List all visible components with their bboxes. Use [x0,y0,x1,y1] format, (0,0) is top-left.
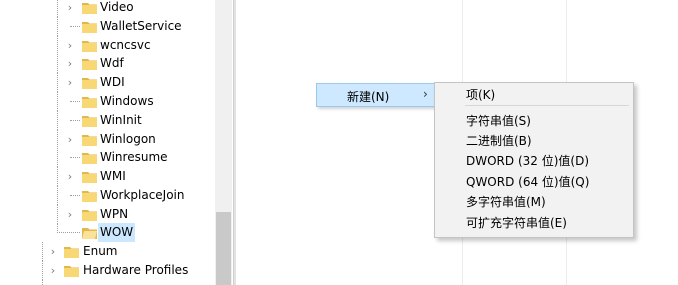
menu-separator [465,105,629,106]
new-item-label: 新建(N) [347,90,390,104]
submenu-item-qword-value[interactable]: QWORD (64 位)值(Q) [435,172,633,192]
submenu-item-expandable-string-value[interactable]: 可扩充字符串值(E) [435,213,633,233]
tree-line [57,92,59,111]
tree-line [57,186,59,205]
tree-row-workplacejoin[interactable]: WorkplaceJoin [0,186,214,205]
folder-icon [82,189,97,202]
tree-row-wpn[interactable]: › WPN [0,205,214,224]
folder-icon [82,39,97,52]
submenu-item-dword-value[interactable]: DWORD (32 位)值(D) [435,151,633,171]
chevron-right-icon[interactable]: › [65,73,75,92]
folder-icon [82,133,97,146]
tree-line [57,130,59,149]
submenu-item-label: 多字符串值(M) [466,195,546,209]
folder-icon [82,208,97,221]
tree-row-partial[interactable] [0,280,214,285]
tree-row-wdi[interactable]: › WDI [0,73,214,92]
tree-item-label: Video [100,0,134,14]
folder-icon [82,1,97,14]
folder-icon [64,264,79,277]
folder-icon [82,20,97,33]
tree-row-wininit[interactable]: WinInit [0,111,214,130]
chevron-right-icon[interactable]: › [65,36,75,55]
tree-line [70,157,80,158]
context-menu-new-item[interactable]: 新建(N) › [316,83,436,107]
tree-line [57,36,59,55]
tree-row-wow[interactable]: WOW [0,223,214,242]
folder-icon [64,245,79,258]
tree-line [57,205,59,224]
tree-line [57,73,59,92]
tree-item-label: WPN [100,207,129,221]
tree-row-wcncsvc[interactable]: › wcncsvc [0,36,214,55]
tree-row-video[interactable]: › Video [0,0,214,17]
tree-line [57,232,80,233]
registry-tree-pane[interactable]: › Video WalletService › wcncsvc › Wdf › … [0,0,234,285]
folder-open-icon [82,226,97,239]
submenu-item-label: 字符串值(S) [466,114,531,128]
submenu-item-label: 二进制值(B) [466,134,532,148]
chevron-right-icon[interactable]: › [65,130,75,149]
tree-item-label: WinInit [100,113,142,127]
tree-item-label: WorkplaceJoin [100,188,185,202]
tree-item-label: Winresume [100,150,168,164]
tree-line [70,120,80,121]
tree-line [57,54,59,73]
tree-row-walletservice[interactable]: WalletService [0,17,214,36]
chevron-right-icon[interactable]: › [48,242,58,261]
tree-line [57,148,59,167]
tree-item-label: WalletService [100,19,182,33]
tree-scrollbar-thumb[interactable] [216,212,231,285]
tree-item-label: WMI [100,169,126,183]
folder-icon [82,57,97,70]
tree-line [57,111,59,130]
submenu-item-label: QWORD (64 位)值(Q) [466,175,590,189]
tree-row-winlogon[interactable]: › Winlogon [0,130,214,149]
tree-item-label: Hardware Profiles [83,263,189,277]
folder-icon [82,76,97,89]
tree-item-label: Wdf [100,56,124,70]
tree-line [42,280,44,285]
submenu-item-label: DWORD (32 位)值(D) [466,154,589,168]
tree-row-winresume[interactable]: Winresume [0,148,214,167]
tree-item-label: WOW [98,223,136,242]
submenu-item-binary-value[interactable]: 二进制值(B) [435,131,633,151]
tree-row-wmi[interactable]: › WMI [0,167,214,186]
tree-item-label: Enum [83,244,118,258]
new-submenu: 项(K) 字符串值(S) 二进制值(B) DWORD (32 位)值(D) QW… [434,82,634,238]
tree-line [57,167,59,186]
folder-icon [82,114,97,127]
folder-icon [82,151,97,164]
chevron-right-icon[interactable]: › [65,54,75,73]
tree-line [57,17,59,36]
tree-row-enum[interactable]: › Enum [0,242,214,261]
tree-item-label: Winlogon [100,132,156,146]
chevron-right-icon[interactable]: › [65,205,75,224]
tree-item-label: Windows [100,94,154,108]
tree-row-windows[interactable]: Windows [0,92,214,111]
tree-line [57,0,59,17]
tree-line [70,195,80,196]
tree-line [42,261,44,280]
tree-row-wdf[interactable]: › Wdf [0,54,214,73]
chevron-right-icon[interactable]: › [48,261,58,280]
chevron-right-icon[interactable]: › [65,0,75,17]
tree-item-label: wcncsvc [100,38,151,52]
tree-row-hardware-profiles[interactable]: › Hardware Profiles [0,261,214,280]
submenu-item-label: 项(K) [466,88,496,102]
tree-item-label: WDI [100,75,125,89]
chevron-right-icon: › [423,87,428,101]
tree-line [70,101,80,102]
submenu-item-multi-string-value[interactable]: 多字符串值(M) [435,192,633,212]
chevron-right-icon[interactable]: › [65,167,75,186]
folder-icon [82,95,97,108]
submenu-item-string-value[interactable]: 字符串值(S) [435,111,633,131]
submenu-item-label: 可扩充字符串值(E) [466,216,567,230]
submenu-item-key[interactable]: 项(K) [435,85,633,105]
folder-icon [82,170,97,183]
tree-line [70,26,80,27]
tree-line [42,242,44,261]
